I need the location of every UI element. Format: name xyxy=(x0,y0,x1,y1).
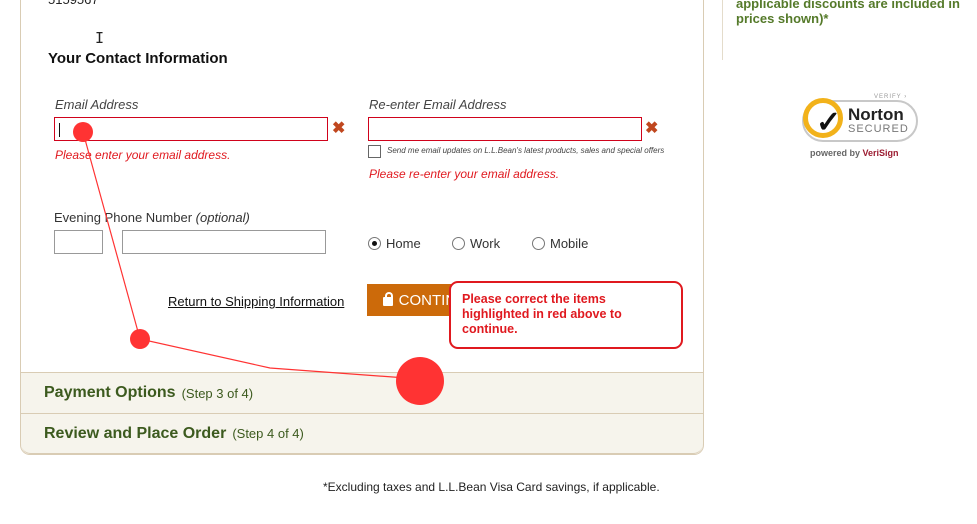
phone-label: Evening Phone Number (optional) xyxy=(54,210,250,225)
radio-home[interactable] xyxy=(368,237,381,250)
text-caret xyxy=(59,123,60,137)
newsletter-checkbox-label: Send me email updates on L.L.Bean's late… xyxy=(387,146,665,155)
step-review-sub: (Step 4 of 4) xyxy=(232,426,304,441)
step-payment-sub: (Step 3 of 4) xyxy=(181,385,254,401)
step-review-title: Review and Place Order xyxy=(44,424,227,442)
step-payment-options[interactable]: Payment Options (Step 3 of 4) xyxy=(21,372,703,413)
radio-mobile-label: Mobile xyxy=(550,236,589,251)
phone-area-code-input[interactable] xyxy=(54,230,103,254)
radio-work-label: Work xyxy=(470,236,501,251)
verisign-text: VeriSign xyxy=(862,148,899,158)
reenter-email-input[interactable] xyxy=(368,117,642,141)
reenter-email-label: Re-enter Email Address xyxy=(369,97,507,112)
email-error-icon: ✖ xyxy=(332,120,346,137)
return-to-shipping-link[interactable]: Return to Shipping Information xyxy=(168,294,344,309)
phone-number-input[interactable] xyxy=(122,230,326,254)
radio-home-label: Home xyxy=(386,236,421,251)
phone-type-home[interactable]: Home xyxy=(368,236,421,251)
norton-powered-by: powered by VeriSign xyxy=(810,148,899,158)
pricing-footnote: *Excluding taxes and L.L.Bean Visa Card … xyxy=(323,480,660,494)
radio-work[interactable] xyxy=(452,237,465,250)
pricing-note: applicable discounts are included in pri… xyxy=(736,0,960,26)
step-payment-title: Payment Options xyxy=(44,384,176,401)
phone-optional-text: (optional) xyxy=(195,210,250,225)
lock-icon xyxy=(383,292,393,306)
sidebar-border xyxy=(722,0,723,60)
phone-type-mobile[interactable]: Mobile xyxy=(532,236,588,251)
phone-type-work[interactable]: Work xyxy=(452,236,500,251)
phone-label-text: Evening Phone Number xyxy=(54,210,193,225)
reenter-email-error-message: Please re-enter your email address. xyxy=(369,167,560,181)
newsletter-checkbox[interactable] xyxy=(368,145,381,158)
norton-name: Norton xyxy=(848,105,904,124)
norton-powered-text: powered by xyxy=(810,148,861,158)
order-number-text: 5159567 xyxy=(48,0,99,7)
radio-mobile[interactable] xyxy=(532,237,545,250)
email-label: Email Address xyxy=(55,97,139,112)
norton-secured-seal[interactable]: VERIFY › ✓ Norton SECURED powered by Ver… xyxy=(802,94,922,160)
email-error-message: Please enter your email address. xyxy=(55,148,231,162)
reenter-email-error-icon: ✖ xyxy=(645,120,659,137)
norton-secured-text: SECURED xyxy=(848,123,909,135)
step-review-order[interactable]: Review and Place Order (Step 4 of 4) xyxy=(21,413,703,454)
text-cursor-icon: I xyxy=(95,29,105,47)
contact-section-title: Your Contact Information xyxy=(48,50,228,67)
norton-check-icon: ✓ xyxy=(803,98,843,139)
error-tooltip: Please correct the items highlighted in … xyxy=(449,281,683,349)
email-input[interactable] xyxy=(54,117,328,141)
